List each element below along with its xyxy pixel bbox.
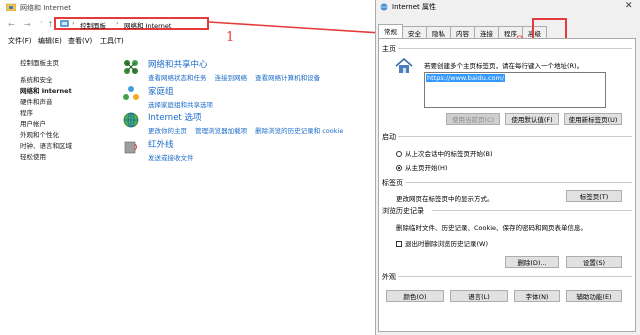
section-title[interactable]: 红外线 <box>148 138 200 150</box>
control-panel-icon <box>60 20 69 27</box>
link-change-homepage[interactable]: 更改你的主页 <box>148 127 187 135</box>
homepage-url-value: https://www.baidu.com/ <box>426 74 506 82</box>
cp-window-title: 网络和 Internet <box>20 4 72 12</box>
use-new-tab-button[interactable]: 使用新标签页(U) <box>564 113 622 125</box>
link-connect-network[interactable]: 连接到网络 <box>215 74 248 82</box>
nav-network-internet[interactable]: 网络和 Internet <box>20 86 110 97</box>
divider <box>398 136 632 137</box>
nav-home[interactable]: 控制面板主页 <box>20 58 110 69</box>
section-homegroup: 家庭组 选择家庭组和共享选项 <box>122 85 372 109</box>
delete-history-button[interactable]: 删除(D)... <box>505 256 559 268</box>
nav-system-security[interactable]: 系统和安全 <box>20 75 110 86</box>
checkbox[interactable] <box>396 241 402 247</box>
radio-button-selected[interactable] <box>396 165 402 171</box>
nav-user-accounts[interactable]: 用户帐户 <box>20 119 110 130</box>
nav-appearance[interactable]: 外观和个性化 <box>20 130 110 141</box>
menu-view[interactable]: 查看(V) <box>68 36 92 46</box>
accessibility-button[interactable]: 辅助功能(E) <box>566 290 622 302</box>
up-arrow-icon[interactable]: ↑ <box>47 20 54 29</box>
cp-title-bar: 网络和 Internet <box>0 0 375 14</box>
fonts-button[interactable]: 字体(N) <box>514 290 560 302</box>
tabs-settings-button[interactable]: 标签页(T) <box>566 190 622 202</box>
homepage-group-label: 主页 <box>382 45 396 53</box>
network-sharing-icon <box>124 60 138 74</box>
section-infrared: 红外线 发送或接收文件 <box>122 138 372 162</box>
divider <box>432 210 632 211</box>
breadcrumb-separator-icon: › <box>72 20 75 27</box>
divider <box>398 276 632 277</box>
history-settings-button[interactable]: 设置(S) <box>566 256 622 268</box>
homepage-url-textarea[interactable]: https://www.baidu.com/ <box>424 72 606 108</box>
breadcrumb-separator-icon: › <box>116 20 119 27</box>
nav-clock-region[interactable]: 时钟、语言和区域 <box>20 141 110 152</box>
use-current-button[interactable]: 使用当前页(C) <box>446 113 500 125</box>
recent-chevron-icon[interactable]: ˅ <box>40 21 43 28</box>
tabs-description: 更改网页在标签页中的显示方式。 <box>396 195 494 203</box>
dialog-title: Internet 属性 <box>392 3 437 11</box>
radio-label: 从上次会话中的标签页开始(B) <box>405 150 493 158</box>
link-manage-addons[interactable]: 管理浏览器加载项 <box>195 127 247 135</box>
startup-group-label: 启动 <box>382 133 396 141</box>
radio-label: 从主页开始(H) <box>405 164 448 172</box>
colors-button[interactable]: 颜色(O) <box>386 290 444 302</box>
section-title[interactable]: 网络和共享中心 <box>148 58 326 70</box>
link-send-receive-files[interactable]: 发送或接收文件 <box>148 154 194 162</box>
left-nav: 控制面板主页 系统和安全 网络和 Internet 硬件和声音 程序 用户帐户 … <box>20 58 110 163</box>
forward-arrow-icon[interactable]: → <box>24 20 31 29</box>
menu-file[interactable]: 文件(F) <box>8 36 32 46</box>
globe-icon <box>123 112 139 128</box>
startup-option-homepage[interactable]: 从主页开始(H) <box>396 162 447 172</box>
homepage-description: 若要创建多个主页标签页，请在每行键入一个地址(R)。 <box>424 62 584 70</box>
radio-button[interactable] <box>396 151 402 157</box>
use-default-button[interactable]: 使用默认值(F) <box>505 113 559 125</box>
nav-programs[interactable]: 程序 <box>20 108 110 119</box>
breadcrumb-network[interactable]: 网络和 Internet <box>124 20 171 30</box>
back-arrow-icon[interactable]: ← <box>8 20 15 29</box>
history-group-label: 浏览历史记录 <box>382 207 424 215</box>
breadcrumb-control-panel[interactable]: 控制面板 <box>80 20 106 30</box>
languages-button[interactable]: 语言(L) <box>450 290 508 302</box>
annotation-highlight-advanced <box>532 18 567 40</box>
homegroup-icon <box>123 86 139 100</box>
link-view-devices[interactable]: 查看网络计算机和设备 <box>255 74 320 82</box>
annotation-number-1: 1 <box>226 30 235 45</box>
history-description: 删除临时文件、历史记录、Cookie、保存的密码和网页表单信息。 <box>396 224 588 232</box>
house-icon <box>395 58 413 73</box>
startup-option-last-session[interactable]: 从上次会话中的标签页开始(B) <box>396 148 493 158</box>
tabs-group-label: 标签页 <box>382 179 403 187</box>
link-homegroup-options[interactable]: 选择家庭组和共享选项 <box>148 101 213 109</box>
close-icon[interactable]: ✕ <box>625 1 633 11</box>
section-title[interactable]: 家庭组 <box>148 85 219 97</box>
divider <box>406 182 632 183</box>
checkbox-label: 退出时删除浏览历史记录(W) <box>405 240 488 248</box>
network-folder-icon <box>6 3 16 11</box>
section-title[interactable]: Internet 选项 <box>148 111 349 123</box>
nav-hardware-sound[interactable]: 硬件和声音 <box>20 97 110 108</box>
delete-on-exit-option[interactable]: 退出时删除浏览历史记录(W) <box>396 238 488 248</box>
menu-edit[interactable]: 编辑(E) <box>38 36 62 46</box>
divider <box>398 48 632 49</box>
section-internet-options: Internet 选项 更改你的主页 管理浏览器加载项 删除浏览的历史记录和 c… <box>122 111 372 135</box>
menu-tools[interactable]: 工具(T) <box>100 36 124 46</box>
link-view-status[interactable]: 查看网络状态和任务 <box>148 74 207 82</box>
nav-ease-of-access[interactable]: 轻松使用 <box>20 152 110 163</box>
appearance-group-label: 外观 <box>382 273 396 281</box>
address-bar[interactable]: › 控制面板 › 网络和 Internet <box>54 17 209 30</box>
infrared-icon <box>124 141 137 154</box>
link-delete-history[interactable]: 删除浏览的历史记录和 cookie <box>255 127 343 135</box>
section-network-sharing: 网络和共享中心 查看网络状态和任务 连接到网络 查看网络计算机和设备 <box>122 58 372 82</box>
ie-globe-icon <box>380 3 388 11</box>
